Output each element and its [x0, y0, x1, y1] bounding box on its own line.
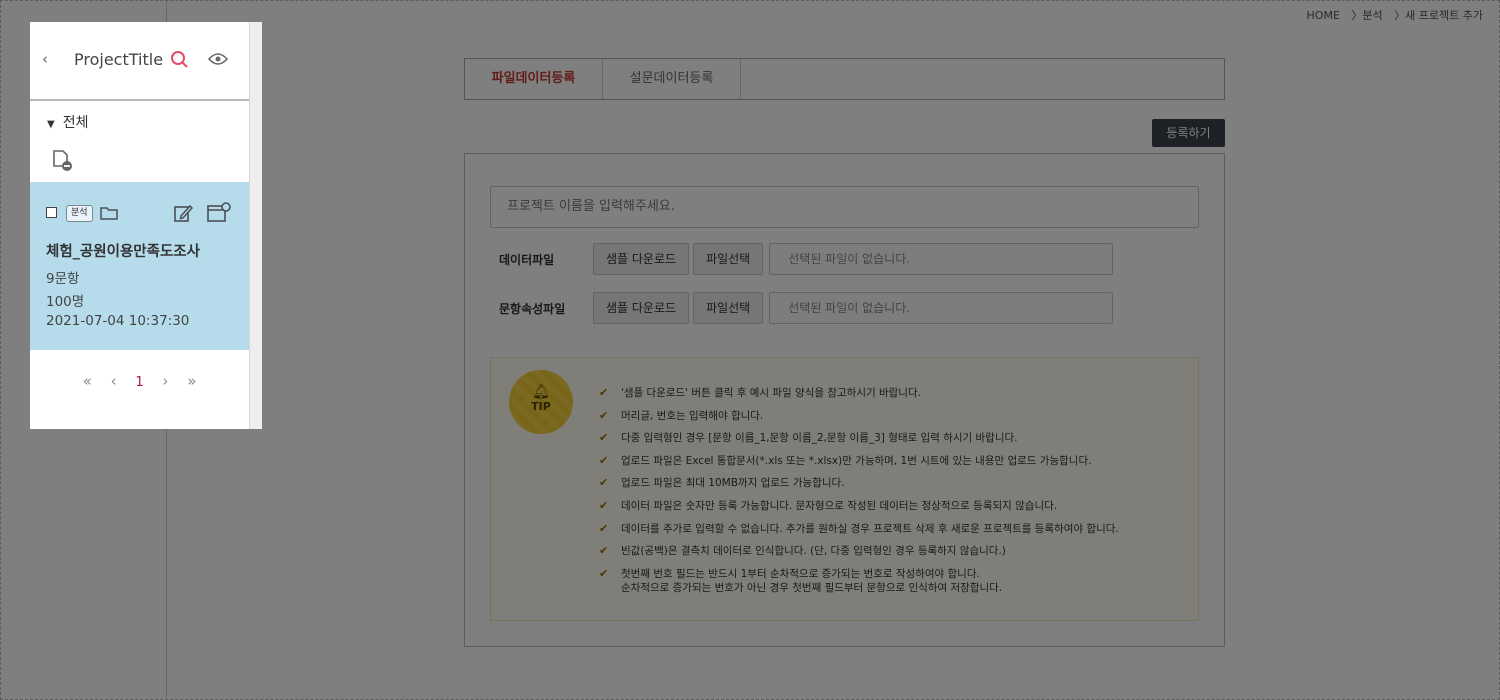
question-count: 9문항: [46, 271, 80, 287]
remove-document-icon[interactable]: [51, 149, 75, 173]
first-page-icon[interactable]: «: [83, 372, 92, 390]
project-list-item[interactable]: 분석 체험_공원이용만족도조사 9문항 100명 2021-07-04 10:3…: [30, 182, 249, 350]
current-page[interactable]: 1: [135, 375, 143, 390]
edit-icon[interactable]: [173, 203, 193, 223]
project-side-panel: ‹ ProjectTitle ▼ 전체 분석 체험_공원이용만족도조사 9문항 …: [30, 22, 262, 429]
last-page-icon[interactable]: »: [187, 372, 196, 390]
item-checkbox[interactable]: [46, 207, 57, 218]
created-date: 2021-07-04 10:37:30: [46, 313, 190, 329]
pagination: « ‹ 1 › »: [30, 372, 249, 396]
project-name: 체험_공원이용만족도조사: [46, 244, 200, 260]
tree-root-label: 전체: [62, 115, 89, 131]
respondent-count: 100명: [46, 294, 85, 310]
panel-scrollbar[interactable]: [249, 22, 262, 429]
open-window-icon[interactable]: [207, 202, 231, 224]
analysis-tag-badge: 분석: [66, 205, 93, 222]
next-page-icon[interactable]: ›: [162, 372, 168, 390]
panel-header: ‹ ProjectTitle: [30, 22, 249, 101]
tree-root-all[interactable]: ▼ 전체: [47, 112, 88, 132]
caret-down-icon: ▼: [47, 119, 55, 130]
prev-page-icon[interactable]: ‹: [111, 372, 117, 390]
search-icon[interactable]: [170, 50, 188, 68]
back-chevron-icon[interactable]: ‹: [42, 50, 48, 68]
eye-icon[interactable]: [208, 52, 228, 66]
folder-icon[interactable]: [100, 206, 118, 220]
panel-title: ProjectTitle: [74, 50, 164, 69]
